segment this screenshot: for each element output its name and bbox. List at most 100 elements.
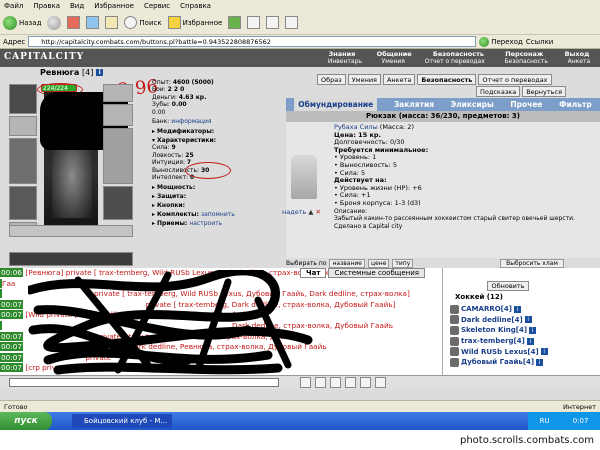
go-arrow-icon [479, 36, 490, 47]
rings-row[interactable] [9, 225, 133, 237]
delete-icon[interactable]: ✕ [316, 208, 321, 216]
home-icon[interactable] [105, 16, 119, 29]
sort-type-button[interactable]: типу [392, 259, 414, 268]
minus-icon[interactable]: ▾ [152, 137, 155, 144]
character-armor-image [52, 148, 92, 218]
tab-skills[interactable]: Умения [347, 74, 381, 85]
sound-icon[interactable] [360, 377, 371, 388]
tab-chat[interactable]: Чат [300, 268, 327, 278]
tab-spells[interactable]: Заклятия [394, 100, 434, 109]
menu-help[interactable]: Справка [180, 2, 211, 10]
info-icon[interactable]: i [529, 326, 537, 334]
sort-price-button[interactable]: цене [368, 259, 390, 268]
user-row[interactable]: trax-temberg[4] i [450, 336, 595, 347]
chat-input[interactable] [9, 378, 279, 387]
tab-elixirs[interactable]: Эликсиры [451, 100, 494, 109]
tab-profile[interactable]: Анкета [382, 74, 416, 85]
plus-icon[interactable]: ▸ [152, 211, 155, 218]
boots-slot[interactable] [103, 186, 133, 220]
return-button[interactable]: Вернуться [522, 86, 567, 97]
menu-file[interactable]: Файл [4, 2, 23, 10]
plus-icon[interactable]: ▸ [152, 202, 155, 209]
discard-junk-button[interactable]: Выбросить хлам [500, 259, 564, 268]
tab-security[interactable]: Безопасность [417, 74, 477, 85]
gloves-slot[interactable] [103, 84, 133, 102]
earrings-slot[interactable] [9, 116, 37, 136]
user-row[interactable]: Dark dedline[4] i [450, 315, 595, 326]
mail-icon[interactable] [247, 16, 261, 29]
plus-icon[interactable]: ▸ [152, 184, 155, 191]
plus-icon[interactable]: ▸ [152, 193, 155, 200]
history-icon[interactable] [228, 16, 242, 29]
start-button[interactable]: пуск [0, 412, 52, 430]
clear-icon[interactable] [315, 377, 326, 388]
info-icon[interactable]: i [524, 316, 532, 324]
search-button[interactable]: Поиск [124, 16, 162, 29]
subnav-inventory[interactable]: Инвентарь [328, 58, 362, 66]
hat-icon[interactable]: ▲ [308, 208, 313, 216]
info-icon[interactable]: i [540, 348, 548, 356]
effect-item: • Броня корпуса: 1-3 (d3) [334, 198, 421, 207]
address-input[interactable] [28, 36, 477, 47]
menu-tools[interactable]: Сервис [144, 2, 170, 10]
nav-social[interactable]: Общение [377, 50, 412, 58]
subnav-skills[interactable]: Умения [382, 58, 405, 66]
tab-other[interactable]: Прочее [510, 100, 542, 109]
info-icon[interactable]: i [536, 358, 544, 366]
language-indicator[interactable]: RU [540, 417, 550, 425]
tab-equipment[interactable]: Обмундирование [294, 98, 378, 111]
nav-character[interactable]: Персонаж [505, 50, 543, 58]
favorites-button[interactable]: Избранное [167, 16, 222, 29]
remember-link[interactable]: запомнить [201, 211, 235, 218]
helmet-slot[interactable] [9, 84, 37, 114]
tab-transfers[interactable]: Отчет о переводах [478, 74, 552, 85]
stop-icon[interactable] [67, 16, 81, 29]
nav-exit[interactable]: Выход [565, 50, 590, 58]
sort-name-button[interactable]: название [329, 259, 366, 268]
print-icon[interactable] [266, 16, 280, 29]
taskbar-window-button[interactable]: Бойцовский клуб - М... [72, 414, 172, 428]
refresh-icon[interactable] [86, 16, 100, 29]
refresh-button[interactable]: Обновить [487, 281, 529, 291]
user-row[interactable]: Skeleton King[4] i [450, 325, 595, 336]
filter-icon[interactable] [330, 377, 341, 388]
subnav-security[interactable]: Безопасность [504, 58, 548, 66]
bank-info-link[interactable]: информация [171, 118, 211, 125]
bracers-slot[interactable] [103, 104, 133, 126]
shirt-item-image[interactable] [291, 155, 317, 199]
back-button[interactable]: Назад [3, 15, 41, 30]
info-icon[interactable]: i [526, 337, 534, 345]
item-name[interactable]: Рубаха Силы [334, 123, 378, 131]
subnav-transfers[interactable]: Отчет о переводах [425, 58, 485, 66]
potion-row[interactable] [9, 252, 133, 266]
subnav-profile[interactable]: Анкета [568, 58, 591, 66]
shield-slot[interactable] [103, 128, 133, 184]
settings-icon[interactable] [375, 377, 386, 388]
plus-icon[interactable]: ▸ [152, 220, 155, 227]
edit-icon[interactable] [285, 16, 299, 29]
tab-filter[interactable]: Фильтр [559, 100, 592, 109]
scroll-icon[interactable] [345, 377, 356, 388]
armor-slot[interactable] [9, 186, 37, 220]
menu-edit[interactable]: Правка [33, 2, 60, 10]
nav-knowledge[interactable]: Знания [329, 50, 356, 58]
links-label[interactable]: Ссылки [526, 38, 554, 46]
configure-link[interactable]: настроить [189, 220, 222, 227]
smile-icon[interactable] [300, 377, 311, 388]
hint-button[interactable]: Подсказка [476, 86, 521, 97]
weapon-slot[interactable] [9, 138, 37, 184]
forward-button[interactable] [47, 15, 62, 30]
nav-security[interactable]: Безопасность [433, 50, 484, 58]
info-icon[interactable]: i [513, 305, 521, 313]
tab-system-messages[interactable]: Системные сообщения [328, 268, 425, 278]
user-row[interactable]: CAMARRO[4] i [450, 304, 595, 315]
go-button[interactable]: Переход [479, 36, 523, 47]
user-row[interactable]: Wild RUSb Lexus[4] i [450, 346, 595, 357]
menu-favorites[interactable]: Избранное [94, 2, 134, 10]
user-row[interactable]: Дубовый Гаайь[4] i [450, 357, 595, 368]
tab-image[interactable]: Образ [317, 74, 346, 85]
menu-view[interactable]: Вид [70, 2, 84, 10]
plus-icon[interactable]: ▸ [152, 128, 155, 135]
wear-link[interactable]: надеть [282, 208, 306, 216]
info-icon[interactable]: i [96, 69, 104, 76]
